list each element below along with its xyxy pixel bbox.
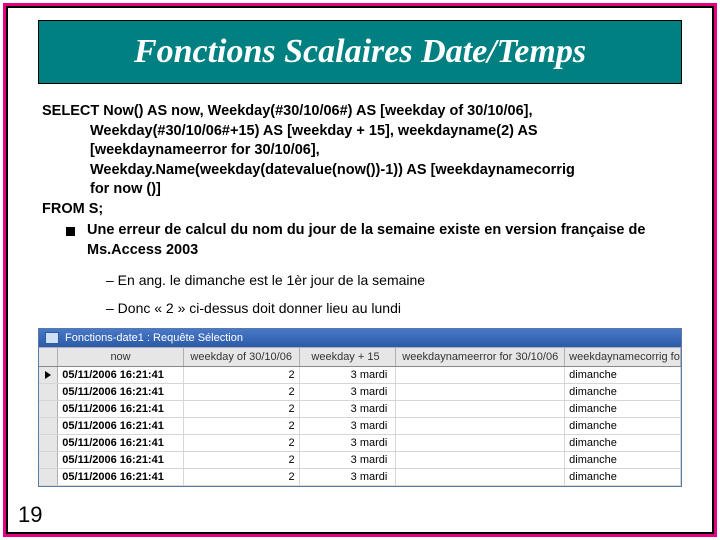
row-selector xyxy=(39,469,58,485)
table-row: 05/11/2006 16:21:4123 mardi dimanche xyxy=(39,401,681,418)
cell-corr: dimanche xyxy=(565,452,681,468)
table-row: 05/11/2006 16:21:4123 mardi dimanche xyxy=(39,469,681,486)
bullet-text: Une erreur de calcul du nom du jour de l… xyxy=(87,221,678,260)
cell-err xyxy=(396,469,565,485)
cell-err xyxy=(396,401,565,417)
cell-err xyxy=(396,384,565,400)
col-header-weekday: weekday of 30/10/06 xyxy=(184,348,300,366)
col-header-error: weekdaynameerror for 30/10/06 xyxy=(396,348,565,366)
sql-line-3: [weekdaynameerror for 30/10/06], xyxy=(90,141,678,161)
table-row: 05/11/2006 16:21:4123 mardi dimanche xyxy=(39,418,681,435)
cell-now: 05/11/2006 16:21:41 xyxy=(58,384,183,400)
cell-wk: 2 xyxy=(184,435,300,451)
sql-line-2: Weekday(#30/10/06#+15) AS [weekday + 15]… xyxy=(90,122,678,142)
row-selector xyxy=(39,418,58,434)
query-window-icon xyxy=(45,332,59,344)
slide-number: 19 xyxy=(18,502,42,528)
sub-bullet-2: – Donc « 2 » ci-dessus doit donner lieu … xyxy=(106,299,678,318)
grid-body: 05/11/2006 16:21:4123 mardidimanche05/11… xyxy=(39,367,681,486)
cell-now: 05/11/2006 16:21:41 xyxy=(58,435,183,451)
cell-now: 05/11/2006 16:21:41 xyxy=(58,367,183,383)
col-header-weekday15: weekday + 15 xyxy=(300,348,397,366)
row-selector xyxy=(39,401,58,417)
cell-wk15: 3 mardi xyxy=(300,401,397,417)
cell-corr: dimanche xyxy=(565,401,681,417)
col-header-corrig: weekdaynamecorrig for now () xyxy=(565,348,681,366)
cell-corr: dimanche xyxy=(565,384,681,400)
table-row: 05/11/2006 16:21:4123 mardi dimanche xyxy=(39,367,681,384)
cell-wk: 2 xyxy=(184,401,300,417)
cell-wk: 2 xyxy=(184,384,300,400)
window-titlebar: Fonctions-date1 : Requête Sélection xyxy=(39,329,681,347)
current-row-icon xyxy=(45,371,51,379)
grid-header-row: now weekday of 30/10/06 weekday + 15 wee… xyxy=(39,347,681,367)
row-selector xyxy=(39,384,58,400)
cell-corr: dimanche xyxy=(565,469,681,485)
sql-line-6: FROM S; xyxy=(42,200,678,220)
table-row: 05/11/2006 16:21:4123 mardi dimanche xyxy=(39,384,681,401)
row-selector xyxy=(39,435,58,451)
access-query-window: Fonctions-date1 : Requête Sélection now … xyxy=(38,328,682,487)
cell-now: 05/11/2006 16:21:41 xyxy=(58,418,183,434)
slide-inner-frame: Fonctions Scalaires Date/Temps SELECT No… xyxy=(6,6,714,534)
window-title-text: Fonctions-date1 : Requête Sélection xyxy=(65,332,243,344)
table-row: 05/11/2006 16:21:4123 mardi dimanche xyxy=(39,452,681,469)
cell-err xyxy=(396,418,565,434)
row-selector xyxy=(39,367,58,383)
sql-line-1: SELECT Now() AS now, Weekday(#30/10/06#)… xyxy=(42,102,678,122)
cell-corr: dimanche xyxy=(565,367,681,383)
cell-wk15: 3 mardi xyxy=(300,435,397,451)
body-content: SELECT Now() AS now, Weekday(#30/10/06#)… xyxy=(8,84,712,318)
sql-line-5: for now ()] xyxy=(90,180,678,200)
cell-err xyxy=(396,452,565,468)
cell-wk: 2 xyxy=(184,367,300,383)
cell-wk: 2 xyxy=(184,469,300,485)
sql-line-4: Weekday.Name(weekday(datevalue(now())-1)… xyxy=(90,161,678,181)
cell-wk15: 3 mardi xyxy=(300,367,397,383)
cell-corr: dimanche xyxy=(565,418,681,434)
row-selector-header xyxy=(39,348,58,366)
title-box: Fonctions Scalaires Date/Temps xyxy=(38,20,682,84)
square-bullet-icon xyxy=(66,227,75,236)
sub-bullet-1: – En ang. le dimanche est le 1èr jour de… xyxy=(106,271,678,290)
cell-err xyxy=(396,367,565,383)
slide-title: Fonctions Scalaires Date/Temps xyxy=(53,33,667,71)
cell-wk: 2 xyxy=(184,452,300,468)
cell-err xyxy=(396,435,565,451)
cell-now: 05/11/2006 16:21:41 xyxy=(58,452,183,468)
cell-wk15: 3 mardi xyxy=(300,384,397,400)
bullet-item: Une erreur de calcul du nom du jour de l… xyxy=(42,221,678,260)
table-row: 05/11/2006 16:21:4123 mardi dimanche xyxy=(39,435,681,452)
row-selector xyxy=(39,452,58,468)
cell-wk: 2 xyxy=(184,418,300,434)
cell-now: 05/11/2006 16:21:41 xyxy=(58,401,183,417)
cell-corr: dimanche xyxy=(565,435,681,451)
cell-now: 05/11/2006 16:21:41 xyxy=(58,469,183,485)
cell-wk15: 3 mardi xyxy=(300,469,397,485)
cell-wk15: 3 mardi xyxy=(300,452,397,468)
col-header-now: now xyxy=(58,348,183,366)
cell-wk15: 3 mardi xyxy=(300,418,397,434)
